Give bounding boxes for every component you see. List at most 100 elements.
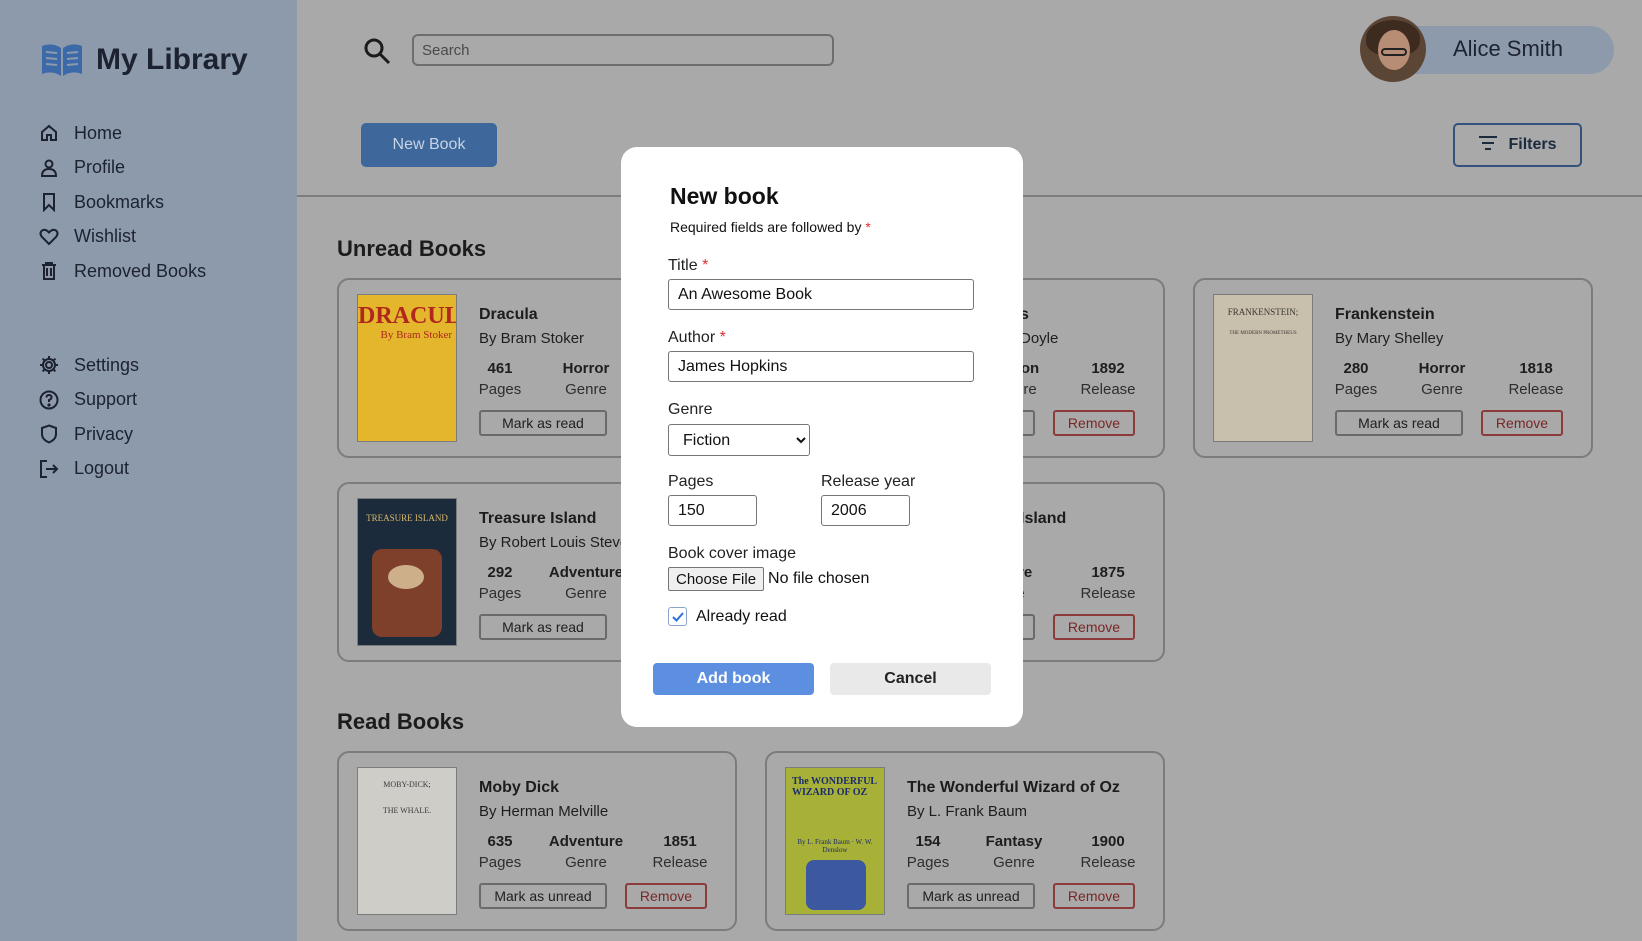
cover-subtitle: By Bram Stoker — [380, 329, 453, 341]
nav-item-settings[interactable]: Settings — [38, 348, 278, 383]
genre-select[interactable]: Fiction — [668, 424, 810, 456]
genre-label: Genre — [1421, 381, 1463, 398]
release-label: Release — [1080, 585, 1136, 602]
release-year-field[interactable] — [821, 495, 910, 526]
dialog-title: New book — [670, 183, 779, 209]
remove-button[interactable]: Remove — [625, 883, 707, 909]
remove-button[interactable]: Remove — [1481, 410, 1563, 436]
release-stat: 1818 Release — [1491, 360, 1581, 398]
pages-value: 292 — [487, 564, 513, 581]
pages-value: 635 — [487, 833, 513, 850]
required-note: Required fields are followed by * — [670, 219, 871, 235]
book-title: The Wonderful Wizard of Oz — [907, 779, 1120, 796]
release-value: 1892 — [1091, 360, 1125, 377]
secondary-nav: Settings Support Privacy Logout — [38, 348, 278, 486]
gear-icon — [38, 354, 60, 376]
genre-stat: Fantasy Genre — [969, 833, 1059, 871]
nav-label: Support — [74, 389, 138, 410]
required-marker: * — [719, 329, 726, 346]
nav-label: Privacy — [74, 423, 134, 444]
pages-label: Pages — [906, 854, 950, 871]
mark-as-read-button[interactable]: Mark as read — [1335, 410, 1463, 436]
release-label: Release — [652, 854, 708, 871]
search-input[interactable] — [412, 34, 834, 66]
user-menu[interactable]: Alice Smith — [1360, 16, 1614, 82]
cover-title: The WONDERFUL WIZARD OF OZ — [792, 776, 877, 798]
cover-image-label: Book cover image — [668, 545, 797, 562]
pages-label: Pages — [478, 381, 522, 398]
nav-item-logout[interactable]: Logout — [38, 452, 278, 487]
read-section-title: Read Books — [337, 709, 465, 734]
app-title: My Library — [96, 43, 248, 76]
nav-item-privacy[interactable]: Privacy — [38, 417, 278, 452]
pages-field[interactable] — [668, 495, 757, 526]
book-cover: DRACULA By Bram Stoker — [357, 294, 457, 442]
cancel-button[interactable]: Cancel — [830, 663, 991, 695]
release-value: 1818 — [1519, 360, 1553, 377]
add-book-button[interactable]: Add book — [653, 663, 814, 695]
remove-button[interactable]: Remove — [1053, 410, 1135, 436]
release-value: 1875 — [1091, 564, 1125, 581]
cover-title: TREASURE ISLAND — [366, 513, 448, 523]
choose-file-button[interactable]: Choose File — [668, 567, 765, 591]
genre-label: Genre — [565, 854, 607, 871]
book-author: By Bram Stoker — [479, 330, 585, 347]
bookmark-icon — [38, 191, 60, 213]
release-label: Release — [1080, 381, 1136, 398]
pages-stat: 292 Pages — [455, 564, 545, 602]
genre-value: Horror — [562, 360, 610, 377]
pages-stat: 154 Pages — [883, 833, 973, 871]
pages-stat: 635 Pages — [455, 833, 545, 871]
nav-item-wishlist[interactable]: Wishlist — [38, 220, 278, 255]
mark-as-unread-button[interactable]: Mark as unread — [479, 883, 607, 909]
search-icon[interactable] — [362, 36, 392, 66]
logout-icon — [38, 458, 60, 480]
nav-label: Home — [74, 122, 123, 143]
release-stat: 1875 Release — [1063, 564, 1153, 602]
checkmark-icon — [671, 611, 684, 622]
filter-icon — [1478, 135, 1498, 156]
genre-label: Genre — [565, 381, 607, 398]
release-label: Release — [1508, 381, 1564, 398]
pages-label: Pages — [478, 585, 522, 602]
book-author: By Mary Shelley — [1335, 330, 1444, 347]
new-book-button[interactable]: New Book — [361, 123, 497, 167]
already-read-checkbox[interactable] — [668, 607, 687, 626]
mark-as-unread-button[interactable]: Mark as unread — [907, 883, 1035, 909]
nav-item-profile[interactable]: Profile — [38, 151, 278, 186]
title-field[interactable] — [668, 279, 974, 310]
brand[interactable]: My Library — [38, 40, 248, 80]
nav-item-support[interactable]: Support — [38, 383, 278, 418]
genre-label: Genre — [565, 585, 607, 602]
book-title: Island — [1020, 510, 1067, 527]
home-icon — [38, 122, 60, 144]
filters-button[interactable]: Filters — [1453, 123, 1582, 167]
avatar[interactable] — [1360, 16, 1426, 82]
user-icon — [38, 157, 60, 179]
pages-label: Pages — [668, 473, 714, 490]
nav-item-removed-books[interactable]: Removed Books — [38, 254, 278, 289]
pages-value: 154 — [915, 833, 941, 850]
book-title: Moby Dick — [479, 779, 560, 796]
heart-icon — [38, 226, 60, 248]
remove-button[interactable]: Remove — [1053, 614, 1135, 640]
pages-label: Pages — [478, 854, 522, 871]
pages-stat: 461 Pages — [455, 360, 545, 398]
pages-value: 280 — [1343, 360, 1369, 377]
cover-subtitle: THE MODERN PROMETHEUS — [1229, 331, 1297, 336]
remove-button[interactable]: Remove — [1053, 883, 1135, 909]
release-year-label: Release year — [821, 473, 916, 490]
cover-subtitle: THE WHALE. — [382, 806, 432, 815]
book-card: FRANKENSTEIN; THE MODERN PROMETHEUS Fran… — [1193, 278, 1593, 458]
nav-item-home[interactable]: Home — [38, 116, 278, 151]
open-book-icon — [38, 40, 86, 80]
title-label: Title * — [668, 257, 708, 275]
author-field[interactable] — [668, 351, 974, 382]
pages-label: Pages — [1334, 381, 1378, 398]
mark-as-read-button[interactable]: Mark as read — [479, 614, 607, 640]
genre-value: Adventure — [548, 833, 624, 850]
nav-item-bookmarks[interactable]: Bookmarks — [38, 185, 278, 220]
shield-icon — [38, 423, 60, 445]
book-cover: MOBY-DICK; THE WHALE. — [357, 767, 457, 915]
mark-as-read-button[interactable]: Mark as read — [479, 410, 607, 436]
